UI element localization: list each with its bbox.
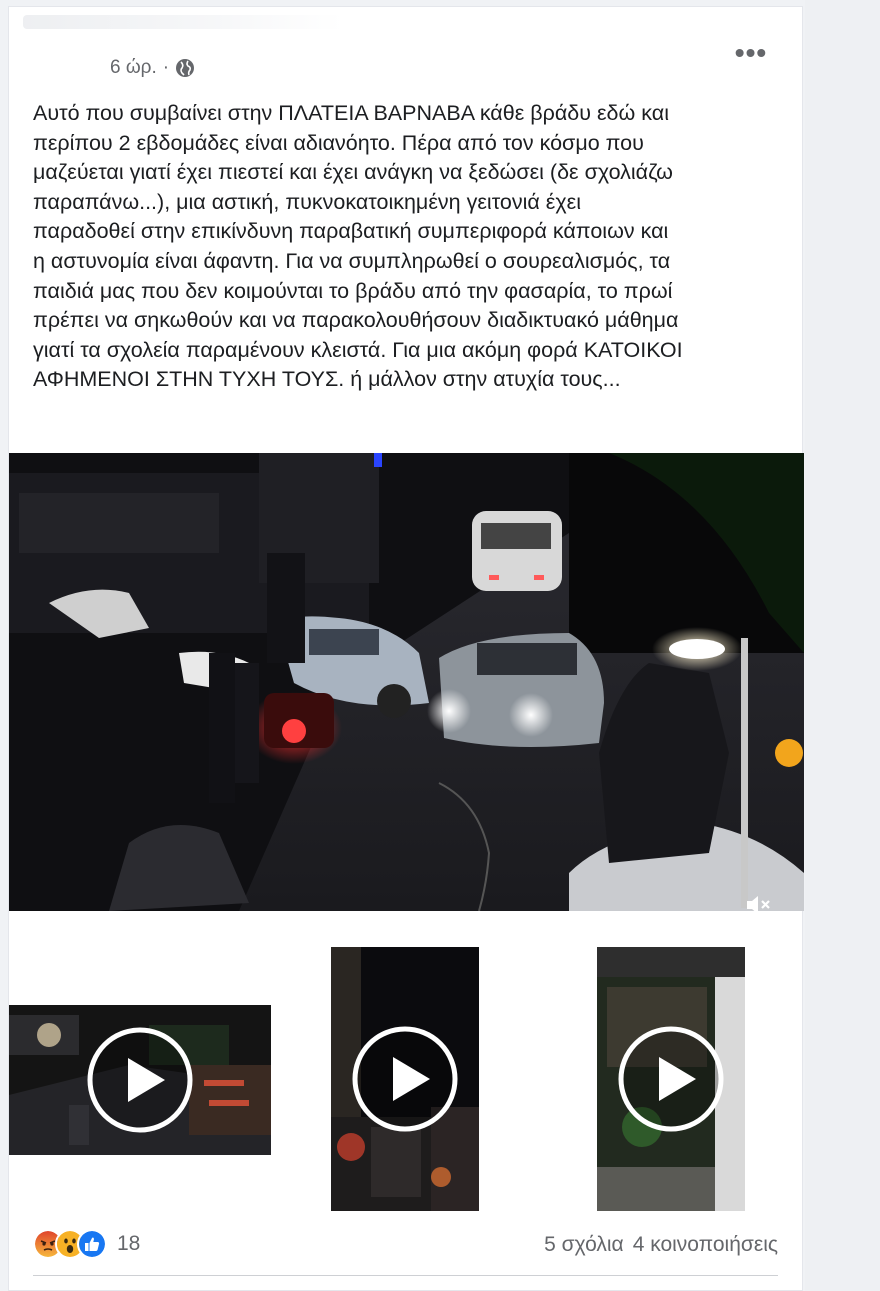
- play-icon: [618, 1026, 724, 1132]
- video-thumbnail-3[interactable]: [597, 947, 745, 1211]
- post-card: 6 ώρ. · ••• Αυτό που συμβαίνει στην ΠΛΑΤ…: [8, 6, 804, 1291]
- reaction-count: 18: [117, 1232, 141, 1255]
- post-stats: 5 σχόλια 4 κοινοποιήσεις: [544, 1233, 778, 1257]
- comments-count-link[interactable]: 5 σχόλια: [544, 1233, 624, 1257]
- shares-count-link[interactable]: 4 κοινοποιήσεις: [633, 1233, 778, 1257]
- volume-muted-icon[interactable]: [744, 893, 772, 911]
- video-frame-night-street: [9, 453, 804, 911]
- main-video[interactable]: [9, 453, 804, 911]
- reactions-summary[interactable]: 18: [33, 1229, 140, 1259]
- play-icon: [352, 1026, 458, 1132]
- footer-divider: [33, 1275, 778, 1276]
- more-options-button[interactable]: •••: [731, 37, 771, 69]
- more-options-icon: •••: [734, 37, 768, 68]
- like-reaction-icon: [77, 1229, 107, 1259]
- meta-separator: ·: [162, 57, 170, 78]
- post-meta: 6 ώρ. ·: [110, 57, 195, 79]
- blurred-author-header: [23, 15, 343, 29]
- post-timestamp[interactable]: 6 ώρ.: [110, 57, 157, 79]
- globe-icon: [175, 58, 195, 78]
- post-text: Αυτό που συμβαίνει στην ΠΛΑΤΕΙΑ ΒΑΡΝΑΒΑ …: [33, 101, 683, 392]
- page-right-margin: [805, 0, 880, 1291]
- play-icon: [87, 1027, 193, 1133]
- video-thumbnail-1[interactable]: [9, 1005, 271, 1155]
- video-thumbnail-2[interactable]: [331, 947, 479, 1211]
